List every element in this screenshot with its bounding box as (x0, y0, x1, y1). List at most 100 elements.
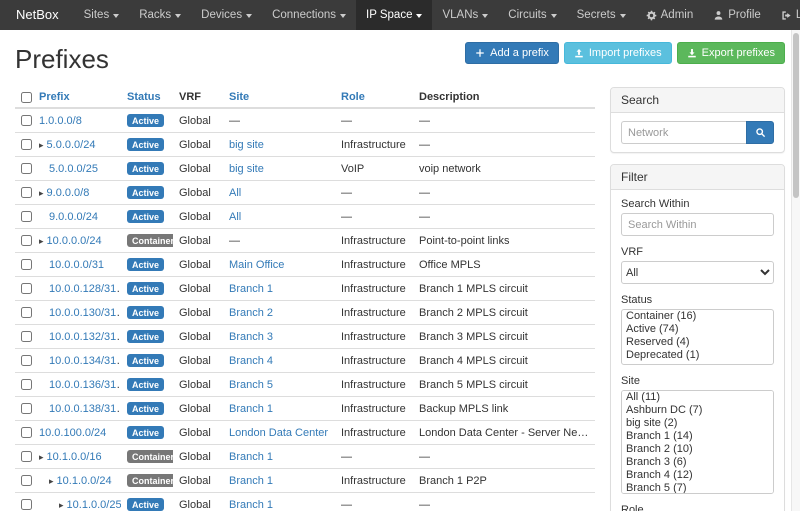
site-link[interactable]: All (229, 187, 241, 199)
row-checkbox[interactable] (21, 307, 32, 318)
site-link[interactable]: Branch 2 (229, 307, 273, 319)
page-header: Prefixes Add a prefixImport prefixesExpo… (15, 38, 785, 87)
prefix-link[interactable]: 10.0.0.0/31 (49, 259, 104, 271)
prefix-link[interactable]: 10.0.0.136/31 (49, 379, 116, 391)
filter-option[interactable]: Reserved (4) (622, 336, 773, 349)
column-header-status[interactable]: Status (121, 87, 173, 108)
site-link[interactable]: Main Office (229, 259, 284, 271)
page-scrollbar[interactable] (791, 30, 800, 511)
status-filter[interactable]: Container (16)Active (74)Reserved (4)Dep… (621, 309, 774, 365)
site-link[interactable]: Branch 1 (229, 475, 273, 487)
table-row: 10.0.0.134/31ActiveGlobalBranch 4Infrast… (15, 349, 595, 373)
vrf-filter[interactable]: All (621, 261, 774, 284)
row-checkbox[interactable] (21, 427, 32, 438)
nav-item-vlans[interactable]: VLANs (432, 0, 498, 30)
filter-option[interactable]: Branch 5 (7) (622, 482, 773, 494)
row-checkbox[interactable] (21, 475, 32, 486)
nav-item-log-out[interactable]: Log out (771, 0, 800, 30)
filter-option[interactable]: Container (16) (622, 310, 773, 323)
select-all-checkbox[interactable] (21, 92, 32, 103)
row-checkbox[interactable] (21, 379, 32, 390)
row-checkbox[interactable] (21, 211, 32, 222)
nav-item-sites[interactable]: Sites (74, 0, 130, 30)
row-checkbox[interactable] (21, 235, 32, 246)
row-checkbox[interactable] (21, 259, 32, 270)
nav-item-profile[interactable]: Profile (703, 0, 771, 30)
filter-option[interactable]: All (11) (622, 391, 773, 404)
prefix-link[interactable]: 10.0.0.134/31 (49, 355, 116, 367)
row-checkbox[interactable] (21, 139, 32, 150)
nav-item-secrets[interactable]: Secrets (567, 0, 636, 30)
row-checkbox[interactable] (21, 331, 32, 342)
add-a-prefix-button[interactable]: Add a prefix (465, 42, 559, 64)
prefix-cell-content: 10.0.0.134/31 (39, 355, 116, 367)
prefix-cell-content: ▸10.0.0.0/24 (39, 235, 102, 247)
filter-option[interactable]: Active (74) (622, 323, 773, 336)
row-checkbox[interactable] (21, 499, 32, 510)
site-link[interactable]: Branch 5 (229, 379, 273, 391)
description-cell: — (413, 493, 595, 511)
nav-item-racks[interactable]: Racks (129, 0, 191, 30)
filter-option[interactable]: Deprecated (1) (622, 349, 773, 362)
search-button[interactable] (746, 121, 774, 144)
nav-item-connections[interactable]: Connections (262, 0, 356, 30)
prefix-link[interactable]: 10.1.0.0/25 (67, 499, 121, 511)
prefix-link[interactable]: 10.0.0.0/24 (47, 235, 102, 247)
filter-option[interactable]: Branch 1 (14) (622, 430, 773, 443)
prefix-link[interactable]: 9.0.0.0/24 (49, 211, 98, 223)
vrf-cell: Global (173, 157, 223, 181)
site-link[interactable]: big site (229, 139, 264, 151)
search-input[interactable] (621, 121, 746, 144)
row-checkbox[interactable] (21, 187, 32, 198)
prefix-link[interactable]: 10.0.0.138/31 (49, 403, 116, 415)
search-input-group (621, 121, 774, 144)
status-badge: Container (127, 450, 173, 463)
row-checkbox[interactable] (21, 403, 32, 414)
prefix-link[interactable]: 9.0.0.0/8 (47, 187, 90, 199)
site-link[interactable]: All (229, 211, 241, 223)
column-header-site[interactable]: Site (223, 87, 335, 108)
prefix-link[interactable]: 10.0.0.130/31 (49, 307, 116, 319)
app-brand[interactable]: NetBox (0, 0, 74, 30)
prefix-link[interactable]: 10.0.0.132/31 (49, 331, 116, 343)
nav-item-circuits[interactable]: Circuits (498, 0, 566, 30)
search-within-filter[interactable] (621, 213, 774, 236)
site-link[interactable]: Branch 1 (229, 403, 273, 415)
table-row: 10.0.0.132/31ActiveGlobalBranch 3Infrast… (15, 325, 595, 349)
site-link[interactable]: big site (229, 163, 264, 175)
export-prefixes-button[interactable]: Export prefixes (677, 42, 785, 64)
filter-option[interactable]: Branch 2 (10) (622, 443, 773, 456)
site-link[interactable]: Branch 1 (229, 499, 273, 511)
row-checkbox[interactable] (21, 163, 32, 174)
site-link[interactable]: Branch 3 (229, 331, 273, 343)
row-checkbox[interactable] (21, 451, 32, 462)
site-link[interactable]: Branch 1 (229, 451, 273, 463)
import-prefixes-button[interactable]: Import prefixes (564, 42, 672, 64)
nav-item-devices[interactable]: Devices (191, 0, 262, 30)
filter-option[interactable]: Ashburn DC (7) (622, 404, 773, 417)
nav-item-admin[interactable]: Admin (636, 0, 704, 30)
prefix-link[interactable]: 10.0.0.128/31 (49, 283, 116, 295)
prefix-link[interactable]: 5.0.0.0/24 (47, 139, 96, 151)
column-header-prefix[interactable]: Prefix (33, 87, 121, 108)
prefix-link[interactable]: 1.0.0.0/8 (39, 115, 82, 127)
prefix-link[interactable]: 10.1.0.0/16 (47, 451, 102, 463)
filter-option[interactable]: Branch 4 (12) (622, 469, 773, 482)
site-link[interactable]: London Data Center (229, 427, 328, 439)
site-filter[interactable]: All (11)Ashburn DC (7)big site (2)Branch… (621, 390, 774, 494)
row-checkbox[interactable] (21, 115, 32, 126)
row-select-cell (15, 301, 33, 325)
filter-option[interactable]: big site (2) (622, 417, 773, 430)
filter-option[interactable]: Branch 3 (6) (622, 456, 773, 469)
row-checkbox[interactable] (21, 355, 32, 366)
site-link[interactable]: Branch 4 (229, 355, 273, 367)
prefix-link[interactable]: 10.1.0.0/24 (57, 475, 112, 487)
site-link[interactable]: Branch 1 (229, 283, 273, 295)
column-header-role[interactable]: Role (335, 87, 413, 108)
page-scrollbar-thumb[interactable] (793, 33, 799, 198)
row-checkbox[interactable] (21, 283, 32, 294)
role-cell: Infrastructure (335, 421, 413, 445)
prefix-link[interactable]: 5.0.0.0/25 (49, 163, 98, 175)
nav-item-ip-space[interactable]: IP Space (356, 0, 432, 30)
prefix-link[interactable]: 10.0.100.0/24 (39, 427, 106, 439)
